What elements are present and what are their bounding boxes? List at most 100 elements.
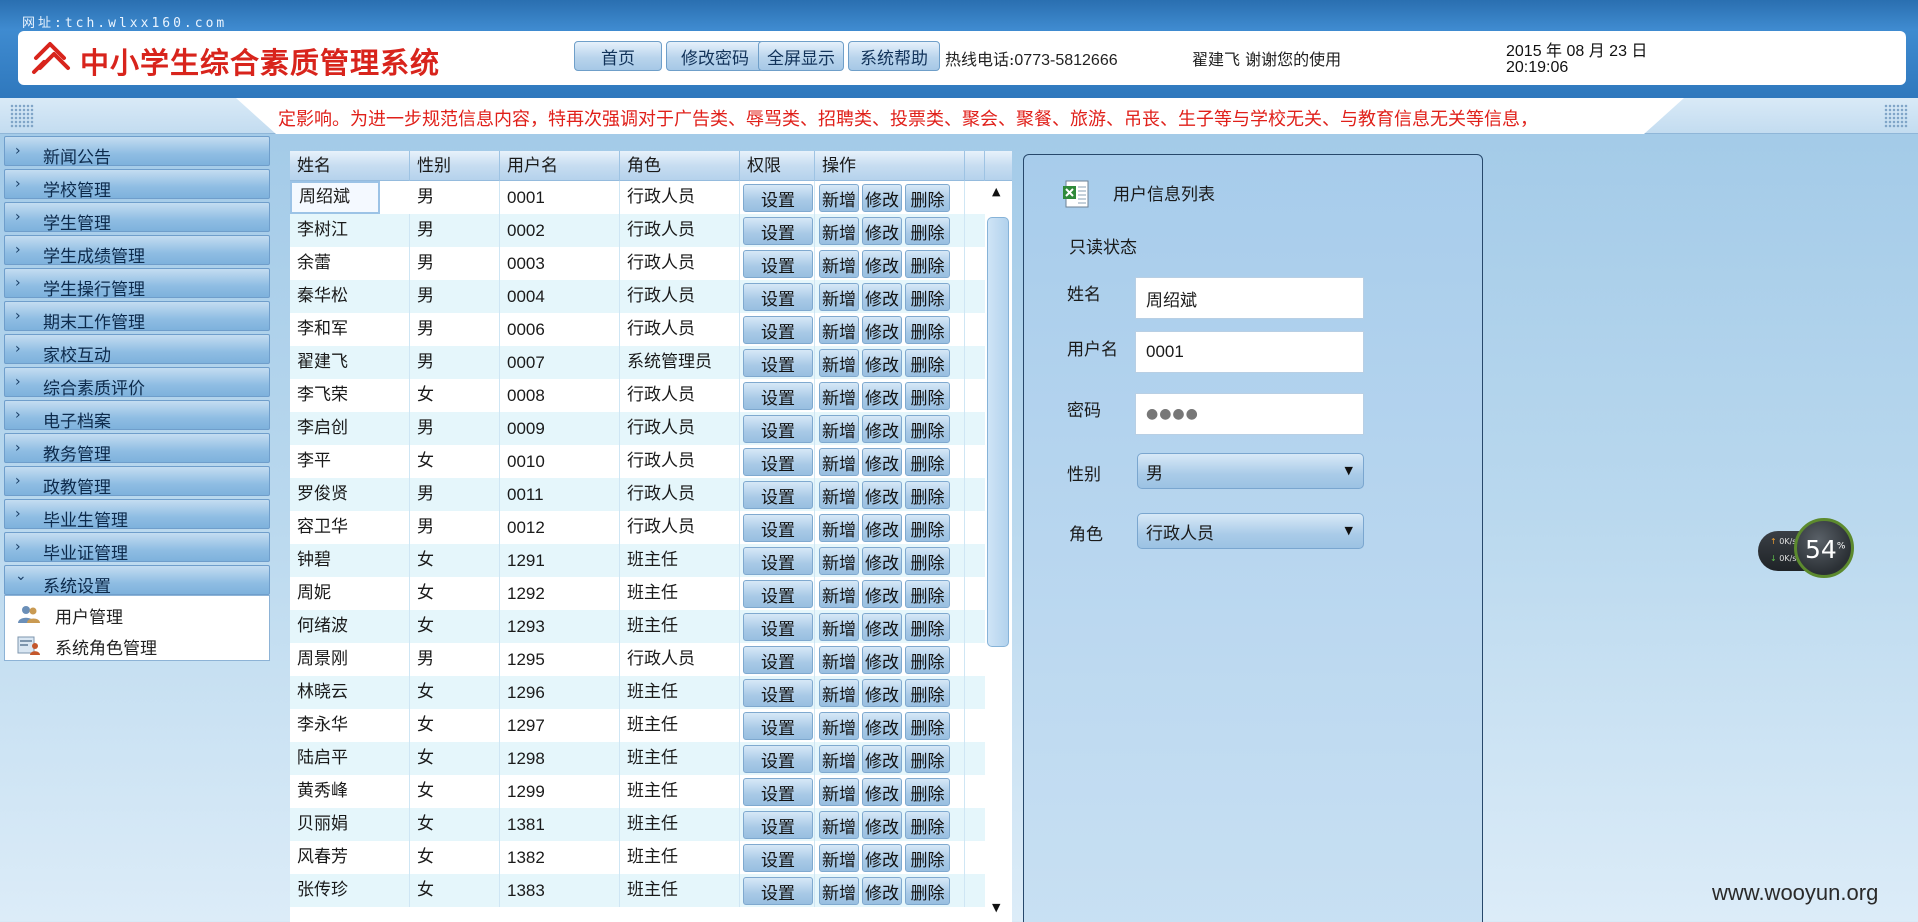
delete-button[interactable]: 删除 <box>905 646 950 674</box>
add-button[interactable]: 新增 <box>819 415 859 443</box>
permission-set-button[interactable]: 设置 <box>743 283 813 311</box>
add-button[interactable]: 新增 <box>819 283 859 311</box>
add-button[interactable]: 新增 <box>819 382 859 410</box>
column-header-role[interactable]: 角色 <box>620 151 740 181</box>
permission-set-button[interactable]: 设置 <box>743 415 813 443</box>
permission-set-button[interactable]: 设置 <box>743 514 813 542</box>
edit-button[interactable]: 修改 <box>862 514 902 542</box>
sidebar-item-home-school[interactable]: › 家校互动 <box>4 334 270 366</box>
delete-button[interactable]: 删除 <box>905 580 950 608</box>
table-row[interactable]: 李和军男 0006 行政人员 设置 新增 修改 删除 <box>290 313 985 346</box>
delete-button[interactable]: 删除 <box>905 184 950 212</box>
sidebar-item-e-archive[interactable]: › 电子档案 <box>4 400 270 432</box>
add-button[interactable]: 新增 <box>819 481 859 509</box>
add-button[interactable]: 新增 <box>819 349 859 377</box>
password-field[interactable]: ●●●● <box>1135 393 1364 435</box>
permission-set-button[interactable]: 设置 <box>743 547 813 575</box>
permission-set-button[interactable]: 设置 <box>743 877 813 905</box>
edit-button[interactable]: 修改 <box>862 283 902 311</box>
delete-button[interactable]: 删除 <box>905 415 950 443</box>
sidebar-item-evaluation[interactable]: › 综合素质评价 <box>4 367 270 399</box>
edit-button[interactable]: 修改 <box>862 646 902 674</box>
add-button[interactable]: 新增 <box>819 316 859 344</box>
sidebar-item-diplomas[interactable]: › 毕业证管理 <box>4 532 270 564</box>
table-row[interactable]: 秦华松男 0004 行政人员 设置 新增 修改 删除 <box>290 280 985 313</box>
permission-set-button[interactable]: 设置 <box>743 778 813 806</box>
delete-button[interactable]: 删除 <box>905 448 950 476</box>
table-row[interactable]: 钟碧女 1291 班主任 设置 新增 修改 删除 <box>290 544 985 577</box>
edit-button[interactable]: 修改 <box>862 316 902 344</box>
edit-button[interactable]: 修改 <box>862 580 902 608</box>
edit-button[interactable]: 修改 <box>862 184 902 212</box>
add-button[interactable]: 新增 <box>819 811 859 839</box>
sidebar-item-students[interactable]: › 学生管理 <box>4 202 270 234</box>
permission-set-button[interactable]: 设置 <box>743 217 813 245</box>
username-field[interactable]: 0001 <box>1135 331 1364 373</box>
add-button[interactable]: 新增 <box>819 580 859 608</box>
delete-button[interactable]: 删除 <box>905 349 950 377</box>
table-row[interactable]: 陆启平女 1298 班主任 设置 新增 修改 删除 <box>290 742 985 775</box>
role-select[interactable]: 行政人员 ▼ <box>1137 513 1364 549</box>
right-collapse-handle[interactable] <box>1884 104 1908 128</box>
add-button[interactable]: 新增 <box>819 778 859 806</box>
edit-button[interactable]: 修改 <box>862 448 902 476</box>
add-button[interactable]: 新增 <box>819 646 859 674</box>
permission-set-button[interactable]: 设置 <box>743 481 813 509</box>
edit-button[interactable]: 修改 <box>862 778 902 806</box>
edit-button[interactable]: 修改 <box>862 547 902 575</box>
permission-set-button[interactable]: 设置 <box>743 646 813 674</box>
column-header-permission[interactable]: 权限 <box>740 151 815 181</box>
edit-button[interactable]: 修改 <box>862 250 902 278</box>
permission-set-button[interactable]: 设置 <box>743 316 813 344</box>
sidebar-item-graduates[interactable]: › 毕业生管理 <box>4 499 270 531</box>
add-button[interactable]: 新增 <box>819 712 859 740</box>
fullscreen-button[interactable]: 全屏显示 <box>758 41 844 71</box>
add-button[interactable]: 新增 <box>819 877 859 905</box>
delete-button[interactable]: 删除 <box>905 877 950 905</box>
network-speed-widget[interactable]: ↑ 0K/s ↓ 0K/s 54% <box>1758 518 1854 580</box>
help-button[interactable]: 系统帮助 <box>848 41 940 71</box>
delete-button[interactable]: 删除 <box>905 679 950 707</box>
edit-button[interactable]: 修改 <box>862 712 902 740</box>
table-row[interactable]: 黄秀峰女 1299 班主任 设置 新增 修改 删除 <box>290 775 985 808</box>
permission-set-button[interactable]: 设置 <box>743 613 813 641</box>
table-row[interactable]: 张传珍女 1383 班主任 设置 新增 修改 删除 <box>290 874 985 907</box>
edit-button[interactable]: 修改 <box>862 877 902 905</box>
delete-button[interactable]: 删除 <box>905 712 950 740</box>
permission-set-button[interactable]: 设置 <box>743 745 813 773</box>
table-row[interactable]: 周妮女 1292 班主任 设置 新增 修改 删除 <box>290 577 985 610</box>
sidebar-item-system-settings[interactable]: ⌄ 系统设置 <box>4 565 270 597</box>
column-header-actions[interactable]: 操作 <box>815 151 965 181</box>
delete-button[interactable]: 删除 <box>905 382 950 410</box>
sidebar-item-grades[interactable]: › 学生成绩管理 <box>4 235 270 267</box>
sidebar-item-news[interactable]: › 新闻公告 <box>4 136 270 168</box>
add-button[interactable]: 新增 <box>819 184 859 212</box>
home-button[interactable]: 首页 <box>574 41 662 71</box>
edit-button[interactable]: 修改 <box>862 349 902 377</box>
delete-button[interactable]: 删除 <box>905 250 950 278</box>
permission-set-button[interactable]: 设置 <box>743 349 813 377</box>
edit-button[interactable]: 修改 <box>862 811 902 839</box>
delete-button[interactable]: 删除 <box>905 283 950 311</box>
delete-button[interactable]: 删除 <box>905 514 950 542</box>
edit-button[interactable]: 修改 <box>862 217 902 245</box>
delete-button[interactable]: 删除 <box>905 481 950 509</box>
column-header-username[interactable]: 用户名 <box>500 151 620 181</box>
column-header-gender[interactable]: 性别 <box>410 151 500 181</box>
scroll-thumb[interactable] <box>987 217 1009 647</box>
gender-select[interactable]: 男 ▼ <box>1137 453 1364 489</box>
sidebar-item-moral-edu[interactable]: › 政教管理 <box>4 466 270 498</box>
permission-set-button[interactable]: 设置 <box>743 250 813 278</box>
edit-button[interactable]: 修改 <box>862 481 902 509</box>
add-button[interactable]: 新增 <box>819 547 859 575</box>
scroll-up-icon[interactable]: ▲ <box>992 185 1000 198</box>
table-row[interactable]: 罗俊贤男 0011 行政人员 设置 新增 修改 删除 <box>290 478 985 511</box>
change-password-button[interactable]: 修改密码 <box>666 41 764 71</box>
permission-set-button[interactable]: 设置 <box>743 712 813 740</box>
edit-button[interactable]: 修改 <box>862 382 902 410</box>
table-row[interactable]: 李平女 0010 行政人员 设置 新增 修改 删除 <box>290 445 985 478</box>
delete-button[interactable]: 删除 <box>905 217 950 245</box>
table-row[interactable]: 李树江男 0002 行政人员 设置 新增 修改 删除 <box>290 214 985 247</box>
add-button[interactable]: 新增 <box>819 448 859 476</box>
delete-button[interactable]: 删除 <box>905 613 950 641</box>
